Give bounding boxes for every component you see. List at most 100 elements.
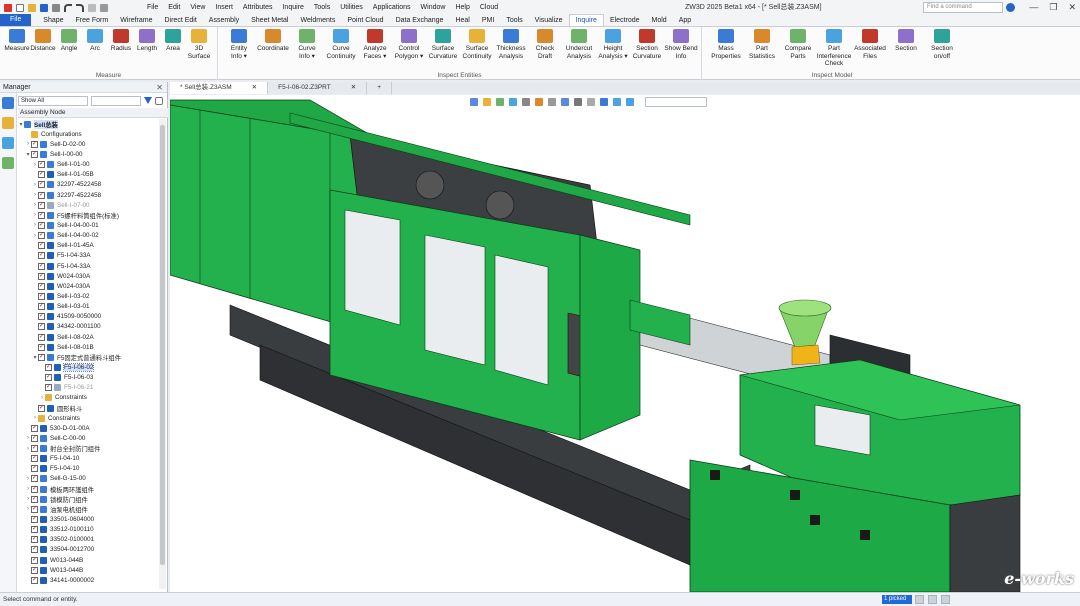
frame-icon[interactable]: [613, 98, 621, 106]
tree-node[interactable]: ✓ Sell-I-03-02: [18, 291, 159, 301]
layers-tab-icon[interactable]: [2, 137, 14, 149]
ribbon-button[interactable]: Curve Continuity: [322, 29, 360, 60]
visibility-checkbox[interactable]: ✓: [38, 292, 45, 300]
maximize-button[interactable]: ❐: [1049, 0, 1057, 15]
tree-node[interactable]: ✓ F5-I-06-03: [18, 373, 159, 383]
camera-icon[interactable]: [626, 98, 634, 106]
tree-node[interactable]: ✓ 34141-0000002: [18, 575, 159, 585]
visibility-checkbox[interactable]: ✓: [31, 516, 38, 524]
ribbon-button[interactable]: Part Interference Check: [814, 29, 854, 68]
ribbon-button[interactable]: Mass Properties: [706, 29, 746, 60]
tree-node[interactable]: ✓ F5-I-04-10: [18, 464, 159, 474]
visibility-checkbox[interactable]: ✓: [31, 556, 38, 564]
open-folder-icon[interactable]: [28, 3, 36, 12]
ribbon-tab-app[interactable]: App: [673, 15, 697, 26]
visibility-checkbox[interactable]: ✓: [31, 495, 38, 503]
display-icon[interactable]: [522, 98, 530, 106]
tree-node[interactable]: › ✓ Sell-I-01-00: [18, 160, 159, 170]
tree-node[interactable]: › ✓ Sell-I-07-00: [18, 200, 159, 210]
tree-node[interactable]: ✓ 33502-0100001: [18, 535, 159, 545]
visibility-checkbox[interactable]: ✓: [38, 343, 45, 351]
menu-help[interactable]: Help: [450, 0, 474, 15]
visibility-checkbox[interactable]: ✓: [31, 434, 38, 442]
visibility-checkbox[interactable]: ✓: [31, 566, 38, 574]
light-icon[interactable]: [587, 98, 595, 106]
minimize-button[interactable]: —: [1029, 0, 1038, 15]
tree-node[interactable]: › ✓ 油泵电机组件: [18, 504, 159, 514]
tree-node[interactable]: › ✓ 32297-4522458: [18, 180, 159, 190]
visibility-checkbox[interactable]: ✓: [45, 363, 52, 371]
ribbon-tab-direct-edit[interactable]: Direct Edit: [158, 15, 202, 26]
menu-applications[interactable]: Applications: [368, 0, 416, 15]
tree-node[interactable]: ✓ 34342-0001100: [18, 322, 159, 332]
ribbon-tab-file[interactable]: File: [0, 14, 32, 26]
visibility-checkbox[interactable]: ✓: [45, 384, 52, 392]
ribbon-button[interactable]: Coordinate: [254, 29, 292, 53]
ribbon-tab-shape[interactable]: Shape: [37, 15, 69, 26]
status-snap-icon[interactable]: [915, 595, 924, 604]
tree-node[interactable]: ▾ ✓ Sell-I-00-00: [18, 149, 159, 159]
ribbon-tab-wireframe[interactable]: Wireframe: [114, 15, 158, 26]
tree-node[interactable]: › ✓ Sell-C-00-00: [18, 433, 159, 443]
section-view-icon[interactable]: [548, 98, 556, 106]
document-tab[interactable]: F5-I-06-02.Z3PRT ✕: [268, 82, 368, 94]
save-icon[interactable]: [40, 3, 48, 12]
tree-node[interactable]: › ✓ Sell-G-15-00: [18, 474, 159, 484]
tree-node[interactable]: ✓ W013-044B: [18, 565, 159, 575]
tree-node[interactable]: ✓ 530-D-01-00A: [18, 423, 159, 433]
pick-icon[interactable]: [574, 98, 582, 106]
view-mode-select[interactable]: [645, 97, 707, 107]
ribbon-button[interactable]: Control Polygon ▾: [390, 29, 428, 60]
tree-node[interactable]: › ✓ Sell-I-04-00-01: [18, 220, 159, 230]
tree-node[interactable]: ✓ F5-I-06-02: [18, 362, 159, 372]
visibility-checkbox[interactable]: ✓: [38, 221, 45, 229]
filter-icon[interactable]: [144, 97, 152, 104]
render-icon[interactable]: [535, 98, 543, 106]
visibility-checkbox[interactable]: ✓: [38, 242, 45, 250]
ribbon-button[interactable]: Undercut Analysis: [560, 29, 598, 60]
tree-node[interactable]: › ✓ 射台全封防门组件: [18, 444, 159, 454]
menu-cloud[interactable]: Cloud: [475, 0, 503, 15]
ribbon-button[interactable]: Height Analysis ▾: [594, 29, 632, 60]
assembly-tab-icon[interactable]: [2, 117, 14, 129]
command-search-input[interactable]: Find a command: [923, 2, 1003, 13]
ribbon-button[interactable]: Part Statistics: [742, 29, 782, 60]
tree-node[interactable]: ✓ 41509-0050000: [18, 312, 159, 322]
visibility-checkbox[interactable]: ✓: [31, 505, 38, 513]
ribbon-tab-inquire[interactable]: Inquire: [568, 14, 604, 26]
visibility-checkbox[interactable]: ✓: [38, 191, 45, 199]
menu-inquire[interactable]: Inquire: [277, 0, 308, 15]
close-icon[interactable]: ✕: [156, 82, 163, 93]
ribbon-button[interactable]: Compare Parts: [778, 29, 818, 60]
visibility-checkbox[interactable]: ✓: [38, 404, 45, 412]
options-icon[interactable]: [100, 3, 108, 12]
settings-icon[interactable]: [155, 96, 163, 105]
tree-node[interactable]: ✓ 33501-0604000: [18, 514, 159, 524]
tree-node[interactable]: ✓ F5-I-04-33A: [18, 261, 159, 271]
tree-scrollbar-thumb[interactable]: [160, 125, 165, 565]
visibility-checkbox[interactable]: ✓: [38, 262, 45, 270]
history-tab-icon[interactable]: [2, 97, 14, 109]
3d-viewport[interactable]: e-works: [170, 95, 1080, 592]
visibility-checkbox[interactable]: ✓: [31, 576, 38, 584]
tree-node[interactable]: Configurations: [18, 129, 159, 139]
shading-icon[interactable]: [509, 98, 517, 106]
ribbon-tab-heal[interactable]: Heal: [449, 15, 475, 26]
tree-node[interactable]: ✓ W024-030A: [18, 281, 159, 291]
ribbon-button[interactable]: Section: [886, 29, 926, 53]
ribbon-button[interactable]: Section Curvature: [628, 29, 666, 60]
redo-icon[interactable]: [76, 3, 84, 12]
ribbon-button[interactable]: Associated Files: [850, 29, 890, 60]
visibility-checkbox[interactable]: ✓: [38, 333, 45, 341]
tree-node[interactable]: ✓ 圆形料斗: [18, 403, 159, 413]
ribbon-button[interactable]: Surface Curvature: [424, 29, 462, 60]
visibility-checkbox[interactable]: ✓: [38, 323, 45, 331]
ribbon-button[interactable]: 3D Surface: [184, 29, 214, 60]
ribbon-tab-tools[interactable]: Tools: [500, 15, 528, 26]
menu-attributes[interactable]: Attributes: [238, 0, 278, 15]
tree-node[interactable]: ✓ Sell-I-01-45A: [18, 241, 159, 251]
ribbon-tab-data-exchange[interactable]: Data Exchange: [390, 15, 450, 26]
status-view-icon[interactable]: [941, 595, 950, 604]
ribbon-button[interactable]: Entity Info ▾: [220, 29, 258, 60]
ribbon-tab-mold[interactable]: Mold: [646, 15, 673, 26]
